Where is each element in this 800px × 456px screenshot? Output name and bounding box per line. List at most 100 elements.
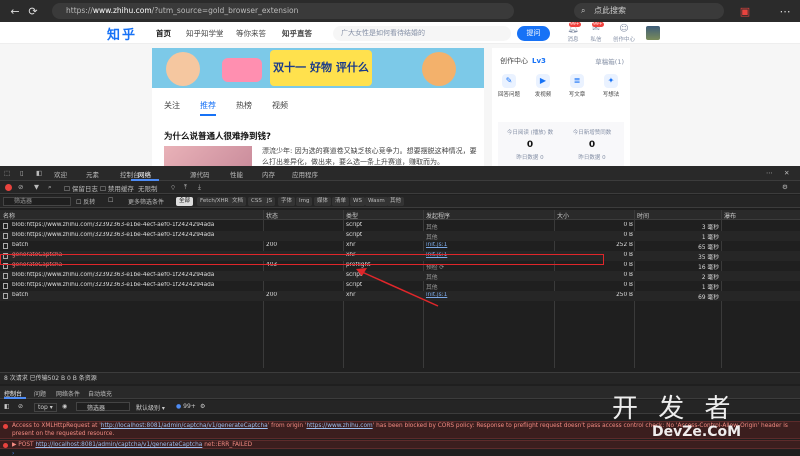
answer-thumbnail[interactable] xyxy=(164,146,252,166)
tab-performance[interactable]: 性能 xyxy=(230,169,243,179)
console-filter-input[interactable]: 筛选器 xyxy=(76,402,130,412)
clear-console-icon[interactable]: ⊘ xyxy=(18,403,23,410)
drawer-tab-issues[interactable]: 问题 xyxy=(34,389,46,398)
tab-hot[interactable]: 热榜 xyxy=(236,100,252,111)
chip-media[interactable]: 媒体 xyxy=(314,197,332,206)
drafts-link[interactable]: 草稿箱(1) xyxy=(595,56,624,66)
sidebar-toggle-icon[interactable]: ◧ xyxy=(36,169,42,177)
clear-icon[interactable]: ⊘ xyxy=(18,183,23,191)
tab-elements[interactable]: 元素 xyxy=(86,169,99,179)
device-toolbar-icon[interactable]: ▯ xyxy=(20,169,24,177)
chip-img[interactable]: Img xyxy=(296,197,313,206)
eye-icon[interactable]: ◉ xyxy=(62,403,67,410)
network-settings-icon[interactable]: ⚙ xyxy=(782,183,788,191)
col-name[interactable]: 名称 xyxy=(3,211,15,220)
promo-banner[interactable]: 双十一 好物 评什么 xyxy=(152,48,484,88)
console-settings-icon[interactable]: ⚙ xyxy=(200,403,205,410)
site-search-input[interactable]: 广大女性是如何看待结婚的 xyxy=(333,26,511,41)
col-type[interactable]: 类型 xyxy=(346,211,358,220)
filter-icon[interactable]: ▼ xyxy=(34,183,39,191)
cell-initiator[interactable]: 其他 xyxy=(426,272,546,281)
chip-all[interactable]: 全部 xyxy=(176,197,194,206)
search-network-icon[interactable]: ⌕ xyxy=(48,183,52,192)
nav-home[interactable]: 首页 xyxy=(156,28,171,39)
hide-data-urls-checkbox[interactable]: ☐ xyxy=(108,197,113,204)
chip-doc[interactable]: 文档 xyxy=(229,197,247,206)
inspect-icon[interactable]: ⬚ xyxy=(4,169,10,177)
tool-video[interactable]: ▶ 发视频 xyxy=(530,74,556,98)
tab-follow[interactable]: 关注 xyxy=(164,100,180,111)
more-icon[interactable]: ⋯ xyxy=(766,169,773,177)
drawer-tab-autofill[interactable]: 自动填充 xyxy=(88,389,112,398)
nav-direct-answer[interactable]: 知乎直答 xyxy=(282,28,312,39)
col-status[interactable]: 状态 xyxy=(266,211,278,220)
invert-checkbox[interactable]: ☐ 反转 xyxy=(76,197,95,206)
zhihu-logo[interactable]: 知乎 xyxy=(107,24,137,43)
log-levels-select[interactable]: 默认级别 ▾ xyxy=(136,403,165,412)
tab-memory[interactable]: 内存 xyxy=(262,169,275,179)
error-url-link[interactable]: http://localhost:8081/admin/captcha/v1/g… xyxy=(35,442,202,448)
console-prompt[interactable]: › xyxy=(0,450,800,456)
ask-button[interactable]: 提问 xyxy=(517,26,550,41)
tab-console[interactable]: 控制台 xyxy=(120,169,140,179)
cell-initiator[interactable]: 其他 xyxy=(426,222,546,231)
table-row[interactable]: blob:https://www.zhihu.com/32392363-e1be… xyxy=(0,281,800,291)
tool-answer[interactable]: ✎ 回答问题 xyxy=(496,74,522,98)
cell-initiator[interactable]: 其他 xyxy=(426,282,546,291)
col-initiator[interactable]: 发起程序 xyxy=(426,211,450,220)
tab-recommend[interactable]: 推荐 xyxy=(200,100,216,111)
tab-video[interactable]: 视频 xyxy=(272,100,288,111)
chip-css[interactable]: CSS xyxy=(248,197,265,206)
wifi-icon[interactable]: ⌔ xyxy=(170,183,176,192)
table-row[interactable]: blob:https://www.zhihu.com/32392363-e1be… xyxy=(0,271,800,281)
import-icon[interactable]: ⤒ xyxy=(184,183,187,192)
table-row[interactable]: batch 200 xhr init.js:1 252 B 65 毫秒 xyxy=(0,241,800,251)
col-time[interactable]: 时间 xyxy=(637,211,649,220)
col-size[interactable]: 大小 xyxy=(557,211,569,220)
chip-wasm[interactable]: Wasm xyxy=(365,197,388,206)
chip-ws[interactable]: WS xyxy=(350,197,365,206)
table-row[interactable]: batch 200 xhr init.js:1 250 B 69 毫秒 xyxy=(0,291,800,301)
chip-other[interactable]: 其他 xyxy=(387,197,405,206)
browser-search-box[interactable]: ⌕ 点此搜索 xyxy=(574,3,724,19)
context-select[interactable]: top ▾ xyxy=(34,403,57,412)
drawer-tab-network-conditions[interactable]: 网络条件 xyxy=(56,389,80,398)
tool-article[interactable]: ≣ 写文章 xyxy=(564,74,590,98)
tool-thought[interactable]: ✦ 写想法 xyxy=(598,74,624,98)
table-row[interactable]: blob:https://www.zhihu.com/32392363-e1be… xyxy=(0,221,800,231)
tab-network[interactable]: 网络 xyxy=(138,169,151,179)
address-bar[interactable]: https://www.zhihu.com/?utm_source=gold_b… xyxy=(52,3,514,19)
issues-counter[interactable]: ● 99+ xyxy=(176,403,196,410)
error-url-link[interactable]: http://localhost:8081/admin/captcha/v1/g… xyxy=(101,423,268,429)
chip-js[interactable]: JS xyxy=(264,197,276,206)
disable-cache-checkbox[interactable]: ☐ 禁用缓存 xyxy=(100,183,134,193)
close-devtools-icon[interactable]: ✕ xyxy=(784,169,789,177)
export-icon[interactable]: ⤓ xyxy=(198,183,201,192)
more-filters-dropdown[interactable]: 更多筛选条件 xyxy=(128,197,164,206)
creator-center-button[interactable]: ☺ 创作中心 xyxy=(612,24,636,43)
cell-initiator[interactable]: 其他 xyxy=(426,232,546,241)
answer-excerpt[interactable]: 漂流少年: 因为选的赛道卷又缺乏核心竞争力。想要摆脱这种情况，要么打出差异化，做… xyxy=(262,146,478,166)
record-icon[interactable] xyxy=(5,184,12,191)
extension-icon[interactable]: ▣ xyxy=(736,2,754,20)
avatar[interactable] xyxy=(646,26,660,40)
sidebar-icon[interactable]: ◧ xyxy=(4,403,10,410)
cell-initiator[interactable]: init.js:1 xyxy=(426,242,546,248)
chip-fetch-xhr[interactable]: Fetch/XHR xyxy=(197,197,232,206)
preserve-log-checkbox[interactable]: ☐ 保留日志 xyxy=(64,183,98,193)
tab-application[interactable]: 应用程序 xyxy=(292,169,318,179)
nav-answer[interactable]: 等你来答 xyxy=(236,28,266,39)
cell-initiator[interactable]: init.js:1 xyxy=(426,292,546,298)
network-filter-input[interactable]: 筛选器 xyxy=(3,197,71,206)
nav-learn[interactable]: 知乎知学堂 xyxy=(186,28,224,39)
col-waterfall[interactable]: 瀑布 xyxy=(724,211,736,220)
tab-welcome[interactable]: 欢迎 xyxy=(54,169,67,179)
more-menu-icon[interactable]: ⋯ xyxy=(776,2,794,20)
tab-sources[interactable]: 源代码 xyxy=(190,169,210,179)
origin-link[interactable]: https://www.zhihu.com xyxy=(306,423,372,429)
reload-icon[interactable]: ⟳ xyxy=(24,2,42,20)
throttling-select[interactable]: 无限制 xyxy=(138,183,158,193)
chip-font[interactable]: 字体 xyxy=(278,197,296,206)
back-icon[interactable]: ← xyxy=(6,2,24,20)
chip-manifest[interactable]: 清单 xyxy=(332,197,350,206)
